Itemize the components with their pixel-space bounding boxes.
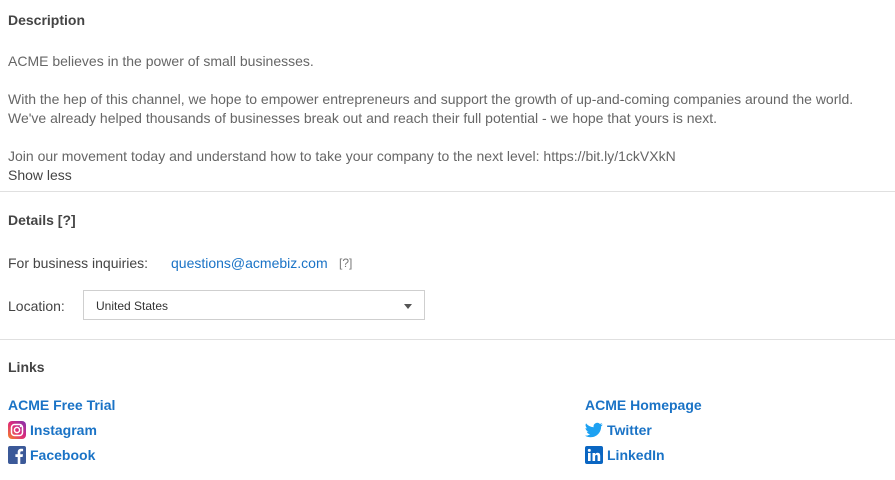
acme-homepage-link[interactable]: ACME Homepage xyxy=(585,397,702,413)
instagram-icon[interactable] xyxy=(8,421,26,439)
location-label: Location: xyxy=(8,298,65,314)
chevron-down-icon xyxy=(404,304,412,309)
divider xyxy=(0,339,895,340)
show-less-button[interactable]: Show less xyxy=(8,167,72,183)
business-inquiries-label: For business inquiries: xyxy=(8,255,149,271)
business-email-link[interactable]: questions@acmebiz.com xyxy=(171,255,328,271)
business-help-link[interactable]: [?] xyxy=(339,256,352,270)
twitter-link[interactable]: Twitter xyxy=(607,422,652,438)
instagram-link[interactable]: Instagram xyxy=(30,422,97,438)
description-para-2-line-1: With the hep of this channel, we hope to… xyxy=(8,91,854,107)
description-para-1: ACME believes in the power of small busi… xyxy=(8,53,314,69)
location-select-value: United States xyxy=(96,299,169,313)
twitter-icon[interactable] xyxy=(585,421,603,439)
description-heading: Description xyxy=(8,12,86,28)
linkedin-link[interactable]: LinkedIn xyxy=(607,447,665,463)
divider xyxy=(0,191,895,192)
linkedin-icon[interactable] xyxy=(585,446,603,464)
description-para-2-line-2: We've already helped thousands of busine… xyxy=(8,110,718,126)
facebook-link[interactable]: Facebook xyxy=(30,447,95,463)
facebook-icon[interactable] xyxy=(8,446,26,464)
details-heading[interactable]: Details [?] xyxy=(8,212,76,228)
links-heading: Links xyxy=(8,359,45,375)
location-select[interactable]: United States xyxy=(83,290,425,320)
acme-free-trial-link[interactable]: ACME Free Trial xyxy=(8,397,115,413)
description-para-3: Join our movement today and understand h… xyxy=(8,148,676,164)
